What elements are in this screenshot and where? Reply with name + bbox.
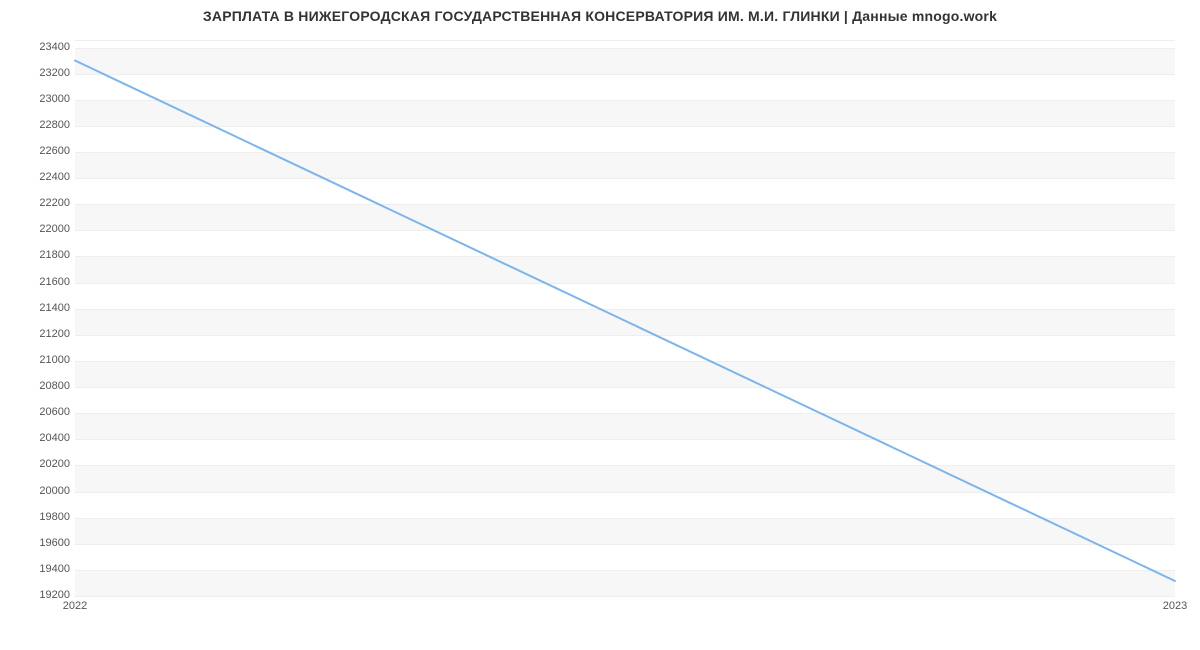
plot-area [75, 40, 1175, 595]
y-tick-label: 23400 [10, 41, 70, 53]
y-tick-label: 22800 [10, 119, 70, 131]
y-tick-label: 22600 [10, 145, 70, 157]
y-tick-label: 23000 [10, 93, 70, 105]
y-tick-label: 22200 [10, 197, 70, 209]
y-tick-label: 23200 [10, 67, 70, 79]
y-tick-label: 21200 [10, 328, 70, 340]
y-tick-label: 20200 [10, 458, 70, 470]
x-tick-label: 2022 [63, 600, 87, 612]
chart-title: ЗАРПЛАТА В НИЖЕГОРОДСКАЯ ГОСУДАРСТВЕННАЯ… [0, 8, 1200, 24]
y-tick-label: 22400 [10, 171, 70, 183]
y-tick-label: 19400 [10, 563, 70, 575]
y-tick-label: 20800 [10, 380, 70, 392]
y-tick-label: 19800 [10, 511, 70, 523]
gridline [75, 596, 1175, 597]
y-tick-label: 19600 [10, 537, 70, 549]
y-tick-label: 20000 [10, 485, 70, 497]
y-tick-label: 21000 [10, 354, 70, 366]
y-tick-label: 19200 [10, 589, 70, 601]
y-tick-label: 21600 [10, 276, 70, 288]
y-tick-label: 21800 [10, 249, 70, 261]
y-tick-label: 22000 [10, 223, 70, 235]
y-tick-label: 20600 [10, 406, 70, 418]
x-tick-label: 2023 [1163, 600, 1187, 612]
y-tick-label: 20400 [10, 432, 70, 444]
series-line [75, 41, 1175, 594]
y-tick-label: 21400 [10, 302, 70, 314]
